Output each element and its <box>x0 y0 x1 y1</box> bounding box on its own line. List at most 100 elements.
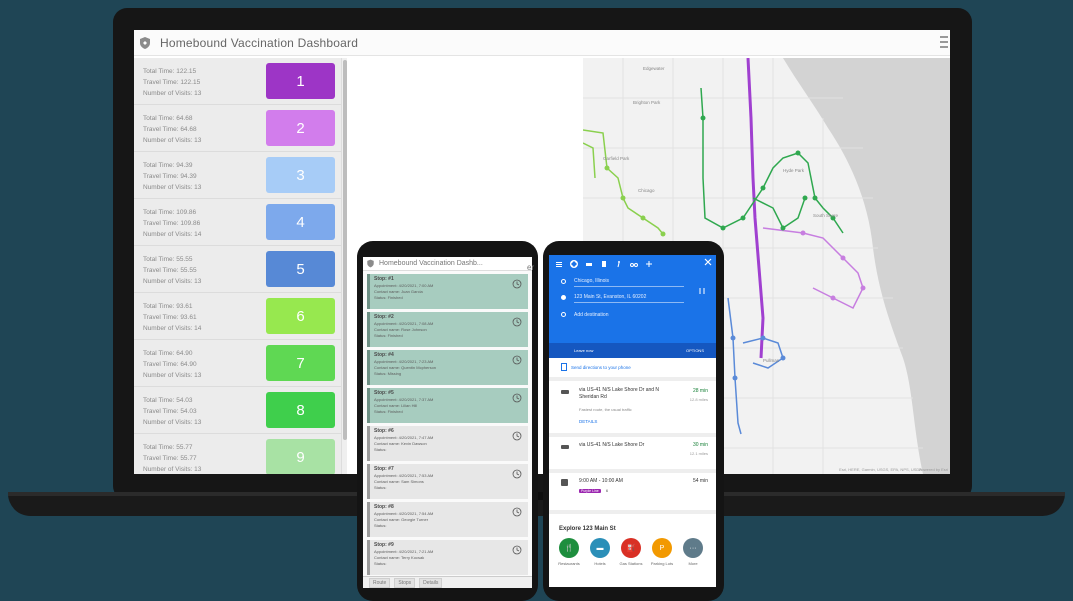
stop-card[interactable]: Stop: #6 Appointment: 4/20/2021, 7:47 AM C… <box>367 426 528 461</box>
map-attribution: Esri, HERE, Garmin, USGS, EPA, NPS, USDA <box>839 467 922 472</box>
stop-contact: Contact name: Quentin Mcpherson <box>374 365 437 370</box>
divider <box>549 510 716 514</box>
route-card[interactable]: Total Time: 55.77 Travel Time: 55.77 Numbe… <box>134 434 341 474</box>
route-1-title[interactable]: via US-41 N/S Lake Shore Dr and N Sherid… <box>579 387 674 401</box>
route-number-badge[interactable]: 1 <box>266 63 335 99</box>
route-card[interactable]: Total Time: 94.39 Travel Time: 94.39 Numbe… <box>134 152 341 198</box>
travel-time: Travel Time: 54.03 <box>143 408 197 415</box>
clock-icon[interactable] <box>512 545 522 555</box>
stop-card[interactable]: Stop: #2 Appointment: 4/20/2021, 7:08 AM C… <box>367 312 528 347</box>
stop-appointment: Appointment: 4/20/2021, 7:23 AM <box>374 359 434 364</box>
clock-icon[interactable] <box>512 393 522 403</box>
route-card[interactable]: Total Time: 64.68 Travel Time: 64.68 Numbe… <box>134 105 341 151</box>
route-number-badge[interactable]: 4 <box>266 204 335 240</box>
car-icon[interactable] <box>585 260 593 268</box>
route-card[interactable]: Total Time: 64.90 Travel Time: 64.90 Numbe… <box>134 340 341 386</box>
stop-appointment: Appointment: 4/20/2021, 7:47 AM <box>374 435 434 440</box>
route-number-badge[interactable]: 3 <box>266 157 335 193</box>
route-stats: Total Time: 94.39 Travel Time: 94.39 Numbe… <box>143 160 201 193</box>
map-powered-by[interactable]: Powered by Esri <box>919 467 948 472</box>
route-card[interactable]: Total Time: 54.03 Travel Time: 54.03 Numbe… <box>134 387 341 433</box>
clock-icon[interactable] <box>512 431 522 441</box>
category-label: Restaurants <box>558 561 580 566</box>
category-icon: ▬ <box>596 544 604 552</box>
phone1-app-title: Homebound Vaccination Dashb... <box>379 260 483 267</box>
stop-status: Status: <box>374 485 387 490</box>
stop-status: Status: <box>374 447 387 452</box>
divider <box>549 469 716 473</box>
route-2-title[interactable]: via US-41 N/S Lake Shore Dr <box>579 442 674 449</box>
route-card[interactable]: Total Time: 55.55 Travel Time: 55.55 Numbe… <box>134 246 341 292</box>
stop-contact: Contact name: Kevin Dawson <box>374 441 427 446</box>
stop-title: Stop: #2 <box>374 314 394 320</box>
scroll-thumb[interactable] <box>343 60 347 440</box>
stop-card[interactable]: Stop: #1 Appointment: 4/20/2021, 7:00 AM C… <box>367 274 528 309</box>
category-hotels-button[interactable]: ▬ <box>590 538 610 558</box>
destination-field[interactable]: 123 Main St, Evanston, IL 60202 <box>574 294 684 303</box>
flight-icon[interactable] <box>645 260 653 268</box>
stop-card[interactable]: Stop: #5 Appointment: 4/20/2021, 7:37 AM C… <box>367 388 528 423</box>
stop-appointment: Appointment: 4/20/2021, 7:53 AM <box>374 473 434 478</box>
travel-time: Travel Time: 94.39 <box>143 173 197 180</box>
route-number-badge[interactable]: 5 <box>266 251 335 287</box>
clock-icon[interactable] <box>512 507 522 517</box>
tab-stops[interactable]: Stops <box>394 577 416 588</box>
route-1-details[interactable]: DETAILS <box>579 419 597 424</box>
menu-icon[interactable] <box>555 260 563 268</box>
travel-time: Travel Time: 55.77 <box>143 455 197 462</box>
swap-icon[interactable] <box>698 287 706 295</box>
route-number-badge[interactable]: 8 <box>266 392 335 428</box>
visit-count: Number of Visits: 14 <box>143 325 202 332</box>
send-directions-link[interactable]: Send directions to your phone <box>571 365 631 370</box>
stop-status: Status: Finished <box>374 295 403 300</box>
origin-dot-icon <box>561 279 566 284</box>
purple-line-badge: Purple Line <box>579 489 601 493</box>
route-number-badge[interactable]: 2 <box>266 110 335 146</box>
stop-appointment: Appointment: 4/20/2021, 7:21 AM <box>374 549 434 554</box>
stop-title: Stop: #8 <box>374 504 394 510</box>
total-time: Total Time: 64.68 <box>143 115 193 122</box>
directions-header: Chicago, Illinois 123 Main St, Evanston,… <box>549 255 716 358</box>
visit-count: Number of Visits: 13 <box>143 419 202 426</box>
sidebar-scrollbar[interactable] <box>341 58 347 474</box>
close-icon[interactable] <box>704 258 712 266</box>
route-card[interactable]: Total Time: 93.61 Travel Time: 93.61 Numbe… <box>134 293 341 339</box>
visit-count: Number of Visits: 13 <box>143 466 202 473</box>
tab-route[interactable]: Route <box>369 577 391 588</box>
route-3-title[interactable]: 9:00 AM - 10:00 AM <box>579 478 674 485</box>
map-place-label: Pullman <box>763 358 780 363</box>
clock-icon[interactable] <box>512 317 522 327</box>
stop-card[interactable]: Stop: #8 Appointment: 4/20/2021, 7:54 AM C… <box>367 502 528 537</box>
stop-card[interactable]: Stop: #4 Appointment: 4/20/2021, 7:23 AM C… <box>367 350 528 385</box>
walk-icon[interactable] <box>615 260 623 268</box>
add-destination[interactable]: Add destination <box>574 312 684 320</box>
clock-icon[interactable] <box>512 279 522 289</box>
phone-icon <box>561 363 567 371</box>
route-number-badge[interactable]: 9 <box>266 439 335 474</box>
map-place-label: Chicago <box>638 188 655 193</box>
hamburger-menu-icon[interactable] <box>940 36 948 48</box>
best-route-icon[interactable] <box>570 260 578 268</box>
stop-contact: Contact name: Juan Garcia <box>374 289 423 294</box>
category-gas-stations-button[interactable]: ⛽ <box>621 538 641 558</box>
route-card[interactable]: Total Time: 122.15 Travel Time: 122.15 Num… <box>134 58 341 104</box>
options-button[interactable]: OPTIONS <box>686 348 704 353</box>
leave-now-dropdown[interactable]: Leave now <box>574 348 593 353</box>
origin-field[interactable]: Chicago, Illinois <box>574 278 684 287</box>
route-card[interactable]: Total Time: 109.86 Travel Time: 109.86 Num… <box>134 199 341 245</box>
stop-card[interactable]: Stop: #9 Appointment: 4/20/2021, 7:21 AM C… <box>367 540 528 575</box>
clock-icon[interactable] <box>512 355 522 365</box>
travel-modes <box>555 259 712 269</box>
bike-icon[interactable] <box>630 260 638 268</box>
route-number-badge[interactable]: 7 <box>266 345 335 381</box>
category-parking-lots-button[interactable]: P <box>652 538 672 558</box>
category-restaurants-button[interactable]: 🍴 <box>559 538 579 558</box>
route-number-badge[interactable]: 6 <box>266 298 335 334</box>
stop-card[interactable]: Stop: #7 Appointment: 4/20/2021, 7:53 AM C… <box>367 464 528 499</box>
category-more-button[interactable]: ··· <box>683 538 703 558</box>
train-icon[interactable] <box>600 260 608 268</box>
route-sidebar: Total Time: 122.15 Travel Time: 122.15 Num… <box>134 58 341 474</box>
stop-contact: Contact name: Terry Kocsak <box>374 555 425 560</box>
tab-details[interactable]: Details <box>419 577 443 588</box>
clock-icon[interactable] <box>512 469 522 479</box>
